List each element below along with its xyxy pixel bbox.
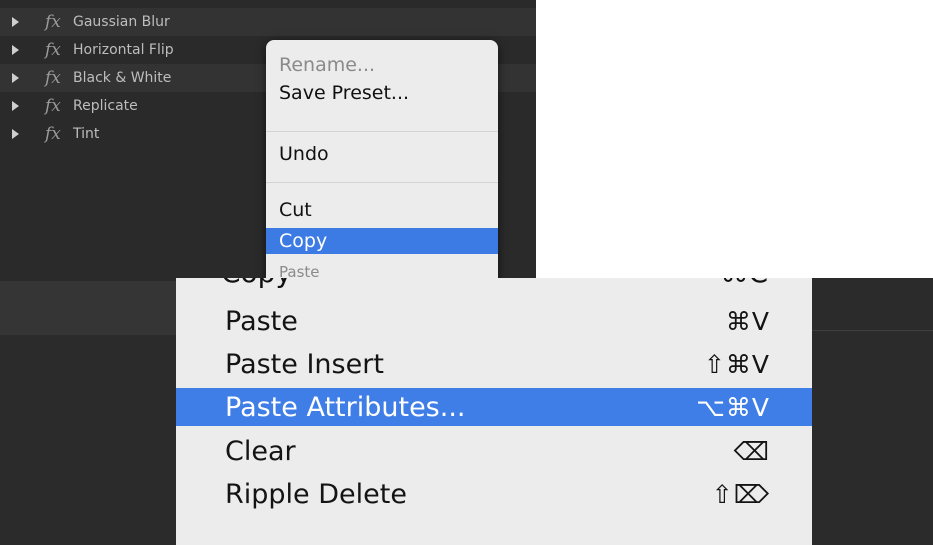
menu-item-copy-partial[interactable]: Copy [221, 278, 292, 289]
shortcut-label: ⇧⌘V [703, 349, 770, 379]
shortcut-copy-partial: ⌘C [720, 278, 768, 289]
effect-name: Horizontal Flip [73, 42, 174, 58]
right-panel-strip [812, 278, 933, 545]
disclosure-triangle-icon[interactable] [12, 129, 19, 139]
menu-item-label: Paste Attributes... [225, 391, 466, 423]
fx-icon: fx [45, 68, 61, 88]
effect-name: Replicate [73, 98, 138, 114]
fx-icon: fx [45, 40, 61, 60]
menu-item-ripple-delete[interactable]: Ripple Delete ⇧⌦ [176, 475, 812, 513]
menu-item-undo[interactable]: Undo [266, 141, 498, 167]
fx-icon: fx [45, 124, 61, 144]
menu-item-label: Paste [225, 305, 298, 337]
menu-item-label: Paste Insert [225, 348, 384, 380]
menu-item-paste[interactable]: Paste ⌘V [176, 302, 812, 340]
menu-item-paste-insert[interactable]: Paste Insert ⇧⌘V [176, 345, 812, 383]
context-menu-zoomed: Copy ⌘C Paste ⌘V Paste Insert ⇧⌘V Paste … [176, 278, 812, 545]
shortcut-label: ⇧⌦ [711, 479, 770, 509]
menu-item-label: Clear [225, 435, 296, 467]
divider [812, 330, 933, 331]
shortcut-label: ⌘V [725, 306, 770, 336]
menu-item-cut[interactable]: Cut [266, 197, 498, 223]
disclosure-triangle-icon[interactable] [12, 45, 19, 55]
menu-separator [266, 131, 498, 132]
shortcut-label: ⌥⌘V [696, 392, 770, 422]
effects-panel: fx Gaussian Blur fx Horizontal Flip fx B… [0, 0, 536, 285]
context-menu-small: Rename... Save Preset... Undo Cut Copy P… [266, 40, 498, 285]
disclosure-triangle-icon[interactable] [12, 101, 19, 111]
fx-icon: fx [45, 12, 61, 32]
menu-item-rename[interactable]: Rename... [266, 52, 498, 78]
effect-name: Tint [73, 126, 100, 142]
menu-item-copy[interactable]: Copy [266, 228, 498, 254]
menu-separator [266, 182, 498, 183]
shortcut-label: ⌫ [733, 436, 770, 466]
menu-item-clear[interactable]: Clear ⌫ [176, 432, 812, 470]
disclosure-triangle-icon[interactable] [12, 17, 19, 27]
menu-item-paste-attributes[interactable]: Paste Attributes... ⌥⌘V [176, 388, 812, 426]
effect-name: Gaussian Blur [73, 14, 170, 30]
disclosure-triangle-icon[interactable] [12, 73, 19, 83]
menu-item-label: Ripple Delete [225, 478, 407, 510]
effect-name: Black & White [73, 70, 172, 86]
menu-item-save-preset[interactable]: Save Preset... [266, 80, 498, 106]
effect-row-gaussian-blur[interactable]: fx Gaussian Blur [0, 8, 536, 36]
panel-strip [0, 281, 176, 335]
fx-icon: fx [45, 96, 61, 116]
